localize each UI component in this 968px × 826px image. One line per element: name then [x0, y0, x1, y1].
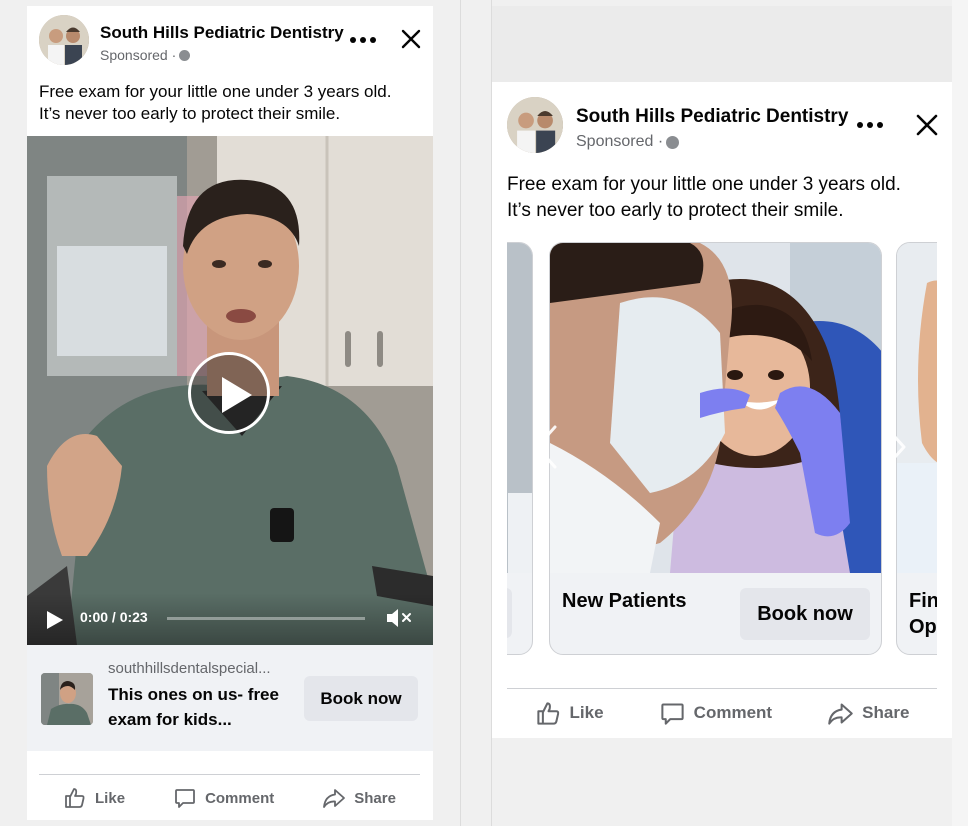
- carousel-card[interactable]: New Patients Book now: [549, 242, 882, 655]
- ad-header: South Hills Pediatric Dentistry Sponsore…: [507, 97, 848, 153]
- carousel-card[interactable]: [507, 242, 533, 655]
- action-bar: Like Comment Share: [507, 694, 937, 732]
- link-thumbnail[interactable]: [41, 673, 93, 725]
- book-now-button[interactable]: Book now: [304, 676, 418, 721]
- share-label: Share: [862, 703, 910, 722]
- carousel-image: [897, 243, 937, 573]
- globe-icon: [179, 49, 191, 61]
- page-name[interactable]: South Hills Pediatric Dentistry: [576, 106, 848, 128]
- video-time: 0:00 / 0:23: [80, 609, 148, 625]
- like-label: Like: [569, 703, 604, 722]
- chevron-left-icon[interactable]: [533, 424, 559, 470]
- link-preview: southhillsdentalspecial... This ones on …: [27, 645, 433, 751]
- like-button[interactable]: Like: [535, 700, 604, 727]
- like-icon: [536, 701, 559, 725]
- globe-icon: [666, 135, 680, 149]
- action-bar: Like Comment Share: [39, 780, 420, 816]
- caption-line: It’s never too early to protect their sm…: [39, 104, 341, 124]
- carousel-image: [550, 243, 881, 573]
- comment-label: Comment: [693, 703, 773, 722]
- carousel-ad-card: South Hills Pediatric Dentistry Sponsore…: [492, 82, 952, 738]
- page-name[interactable]: South Hills Pediatric Dentistry: [100, 23, 344, 43]
- close-icon[interactable]: [915, 113, 939, 137]
- ad-header: South Hills Pediatric Dentistry Sponsore…: [39, 15, 344, 65]
- like-icon: [65, 788, 85, 808]
- comment-icon: [661, 702, 684, 725]
- play-icon[interactable]: [188, 352, 270, 434]
- comment-icon: [175, 789, 195, 808]
- background-panel: [492, 6, 952, 82]
- video-controls: 0:00 / 0:23: [27, 593, 433, 645]
- divider: [39, 774, 420, 775]
- link-domain: southhillsdentalspecial...: [108, 660, 271, 677]
- column-divider: [460, 0, 461, 826]
- like-button[interactable]: Like: [63, 786, 125, 810]
- video-ad-card: South Hills Pediatric Dentistry Sponsore…: [27, 6, 433, 820]
- play-icon[interactable]: [47, 611, 63, 629]
- ad-caption: Free exam for your little one under 3 ye…: [39, 81, 391, 125]
- video-player[interactable]: 0:00 / 0:23: [27, 136, 433, 645]
- caption-line: It’s never too early to protect their sm…: [507, 200, 844, 221]
- background-strip: [952, 0, 968, 826]
- share-icon: [828, 702, 853, 725]
- sponsored-label: Sponsored ·: [576, 133, 848, 151]
- share-label: Share: [354, 789, 396, 807]
- share-icon: [323, 789, 346, 808]
- sponsored-text: Sponsored ·: [100, 47, 177, 63]
- carousel-image: [507, 243, 532, 573]
- share-button[interactable]: Share: [827, 700, 909, 727]
- chevron-right-icon[interactable]: [882, 424, 908, 470]
- comment-button[interactable]: Comment: [659, 700, 772, 727]
- divider: [507, 688, 937, 689]
- caption-line: Free exam for your little one under 3 ye…: [39, 82, 392, 101]
- carousel-cta-button[interactable]: [507, 588, 512, 638]
- comment-button[interactable]: Comment: [173, 786, 274, 810]
- carousel-card-title: Fin Opt: [909, 590, 937, 638]
- page-avatar[interactable]: [39, 15, 89, 65]
- like-label: Like: [95, 789, 126, 807]
- book-now-button[interactable]: Book now: [740, 588, 870, 640]
- more-options-icon[interactable]: [350, 37, 376, 43]
- carousel-card-title: New Patients: [562, 590, 687, 612]
- video-progress-bar[interactable]: [167, 617, 365, 620]
- mute-icon[interactable]: [385, 607, 413, 629]
- comment-label: Comment: [205, 789, 275, 807]
- close-icon[interactable]: [400, 28, 422, 50]
- more-options-icon[interactable]: [857, 122, 883, 128]
- link-title[interactable]: This ones on us- free exam for kids...: [108, 682, 288, 732]
- ad-caption: Free exam for your little one under 3 ye…: [507, 172, 901, 224]
- carousel: New Patients Book now Fin Opt: [507, 242, 937, 657]
- page-avatar[interactable]: [507, 97, 563, 153]
- share-button[interactable]: Share: [322, 786, 396, 810]
- caption-line: Free exam for your little one under 3 ye…: [507, 174, 901, 195]
- sponsored-label: Sponsored ·: [100, 47, 344, 63]
- sponsored-text: Sponsored ·: [576, 133, 664, 150]
